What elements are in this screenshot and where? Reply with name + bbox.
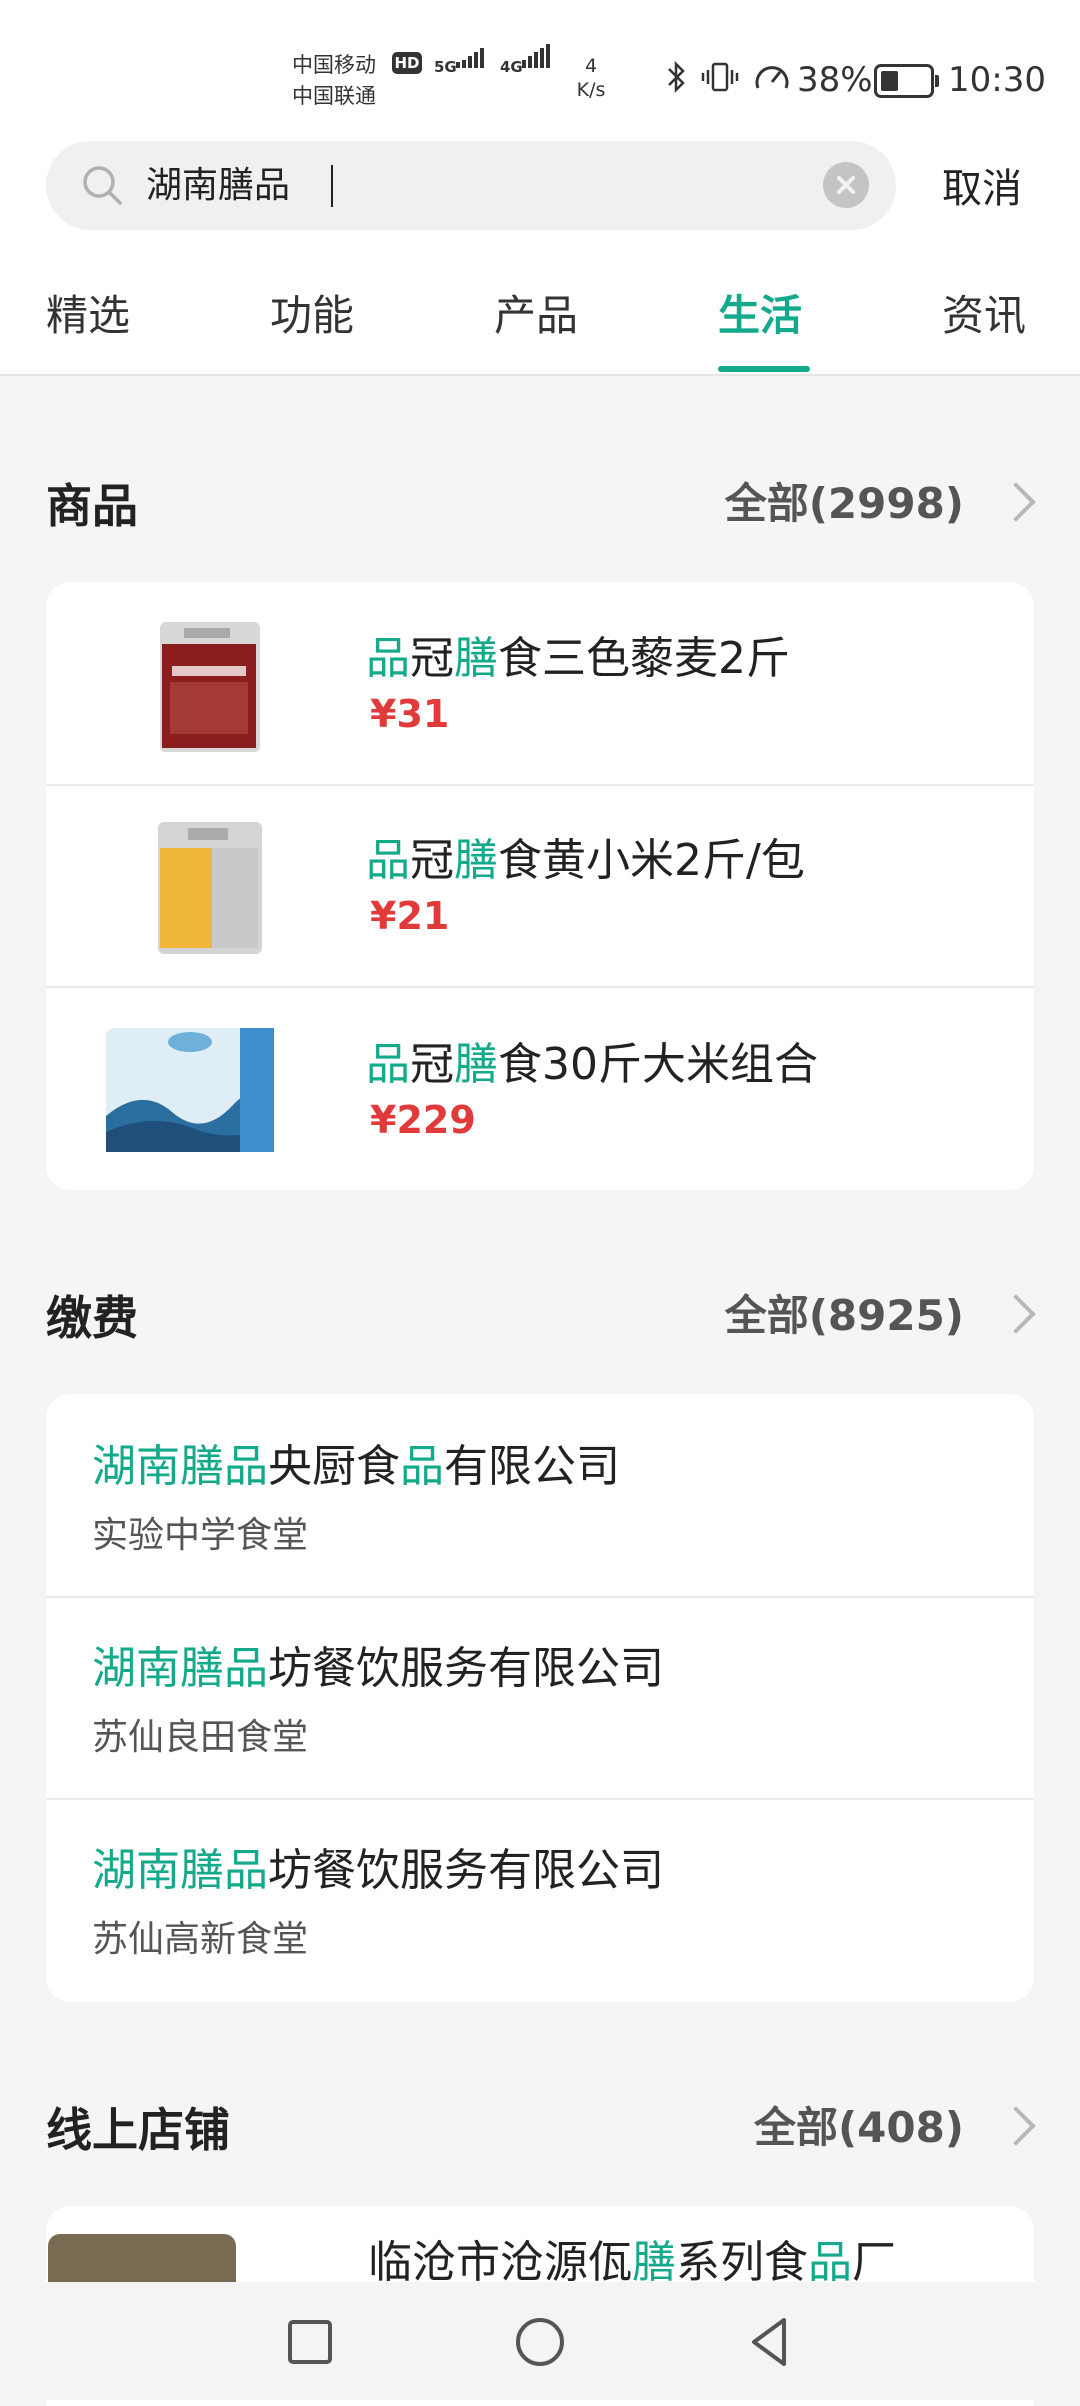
bill-name: 湖南膳品坊餐饮服务有限公司	[92, 1643, 664, 1694]
signal-4g-icon: 4G	[500, 44, 552, 94]
tab-news[interactable]: 资讯	[942, 282, 1026, 343]
tab-featured[interactable]: 精选	[46, 282, 130, 343]
battery-fill	[881, 71, 898, 91]
product-price: ¥31	[370, 692, 450, 736]
goods-section-title: 商品	[46, 479, 138, 533]
goods-chevron-right-icon[interactable]	[996, 482, 1036, 522]
cancel-button[interactable]: 取消	[942, 156, 1022, 214]
status-bar: 中国移动 中国联通 HD 5G 4G 4 K/s 38% 10:30	[0, 0, 1080, 130]
goods-item[interactable]: 品冠膳食黄小米2斤/包 ¥21	[46, 786, 1034, 986]
product-price: ¥21	[370, 894, 450, 938]
tab-life[interactable]: 生活	[718, 282, 802, 343]
product-name: 品冠膳食三色藜麦2斤	[366, 633, 790, 684]
stores-section-title: 线上店铺	[46, 2103, 230, 2157]
net-speed-unit: K/s	[576, 79, 606, 101]
carrier-labels: 中国移动 中国联通	[292, 50, 376, 112]
tab-products[interactable]: 产品	[494, 282, 578, 343]
battery-icon	[874, 64, 939, 98]
data-saver-icon	[755, 66, 789, 89]
bill-canteen: 实验中学食堂	[92, 1515, 309, 1556]
bill-item[interactable]: 湖南膳品坊餐饮服务有限公司 苏仙良田食堂	[46, 1598, 1034, 1798]
goods-card: 品冠膳食三色藜麦2斤 ¥31 品冠膳食黄小米2斤/包 ¥21 品冠膳食30斤大米…	[46, 582, 1034, 1190]
signal-5g-icon: 5G	[434, 48, 486, 94]
search-icon	[83, 166, 122, 205]
net-speed: 4 K/s	[570, 54, 612, 102]
bills-view-all[interactable]: 全部(8925)	[725, 1282, 964, 1343]
square-icon[interactable]	[278, 2310, 342, 2374]
vibrate-icon	[701, 62, 739, 92]
goods-view-all[interactable]: 全部(2998)	[725, 470, 964, 531]
search-input[interactable]	[146, 141, 786, 230]
system-nav-bar	[0, 2282, 1080, 2400]
tab-functions[interactable]: 功能	[270, 282, 354, 343]
triangle-back-icon[interactable]	[738, 2310, 802, 2374]
product-price: ¥229	[370, 1098, 476, 1142]
clock: 10:30	[948, 60, 1046, 100]
net-speed-value: 4	[584, 55, 598, 77]
net-label-2: 4G	[500, 58, 523, 76]
clear-icon[interactable]	[823, 162, 869, 208]
text-caret	[331, 165, 333, 207]
bill-item[interactable]: 湖南膳品央厨食品有限公司 实验中学食堂	[46, 1394, 1034, 1596]
circle-icon[interactable]	[508, 2310, 572, 2374]
bill-canteen: 苏仙良田食堂	[92, 1717, 309, 1758]
bill-name: 湖南膳品央厨食品有限公司	[92, 1441, 620, 1492]
battery-percent: 38%	[797, 60, 873, 100]
active-tab-indicator	[718, 366, 810, 372]
stores-chevron-right-icon[interactable]	[996, 2106, 1036, 2146]
hd-icon: HD	[392, 52, 422, 74]
bill-canteen: 苏仙高新食堂	[92, 1919, 309, 1960]
carrier-1: 中国移动	[292, 53, 376, 77]
store-name[interactable]: 临沧市沧源佤膳系列食品厂	[368, 2226, 896, 2290]
goods-item[interactable]: 品冠膳食三色藜麦2斤 ¥31	[46, 582, 1034, 784]
product-name: 品冠膳食黄小米2斤/包	[366, 835, 805, 886]
bills-chevron-right-icon[interactable]	[996, 1294, 1036, 1334]
bills-card: 湖南膳品央厨食品有限公司 实验中学食堂 湖南膳品坊餐饮服务有限公司 苏仙良田食堂…	[46, 1394, 1034, 2002]
search-bar[interactable]	[46, 141, 896, 230]
rice-product-image	[106, 1028, 274, 1152]
product-name: 品冠膳食30斤大米组合	[366, 1039, 818, 1090]
goods-item[interactable]: 品冠膳食30斤大米组合 ¥229	[46, 988, 1034, 1190]
quinoa-product-image	[160, 622, 260, 752]
net-label-1: 5G	[434, 58, 457, 76]
bill-item[interactable]: 湖南膳品坊餐饮服务有限公司 苏仙高新食堂	[46, 1800, 1034, 2002]
tab-divider	[0, 374, 1080, 376]
bills-section-title: 缴费	[46, 1291, 138, 1345]
carrier-2: 中国联通	[292, 84, 376, 108]
stores-view-all[interactable]: 全部(408)	[754, 2094, 964, 2155]
bluetooth-icon	[668, 60, 685, 94]
bill-name: 湖南膳品坊餐饮服务有限公司	[92, 1845, 664, 1896]
millet-product-image	[158, 822, 262, 954]
